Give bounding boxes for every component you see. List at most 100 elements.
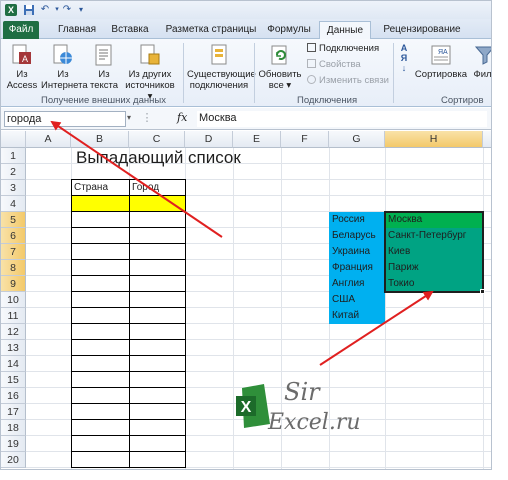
tab-home[interactable]: Главная xyxy=(53,21,101,39)
refresh-all-button[interactable]: Обновить все ▾ xyxy=(257,43,303,91)
other-sources-icon xyxy=(140,44,160,65)
connections-button[interactable]: Подключения xyxy=(307,43,379,55)
table-border xyxy=(71,419,186,420)
row-header[interactable]: 19 xyxy=(1,436,26,452)
customize-qat-icon[interactable]: ▾ xyxy=(75,4,87,16)
row-header[interactable]: 17 xyxy=(1,404,26,420)
city-select-cell[interactable] xyxy=(130,196,185,211)
from-text-button[interactable]: Из текста xyxy=(87,43,121,91)
row-header[interactable]: 15 xyxy=(1,372,26,388)
sirexcel-logo: X Sir Excel.ru xyxy=(234,378,364,448)
row-header[interactable]: 1 xyxy=(1,148,26,164)
quick-access-toolbar: X ↶ ▾ ↷ ▾ xyxy=(1,1,491,19)
name-box-dropdown-icon[interactable]: ▾ xyxy=(127,113,131,122)
row-header[interactable]: 12 xyxy=(1,324,26,340)
row-header[interactable]: 20 xyxy=(1,452,26,468)
city-cell[interactable]: Москва xyxy=(386,212,482,228)
redo-icon[interactable]: ↷ xyxy=(61,4,73,16)
row-header[interactable]: 16 xyxy=(1,388,26,404)
existing-connections-button[interactable]: Существующие подключения xyxy=(187,43,256,91)
country-select-cell[interactable] xyxy=(72,196,129,211)
from-web-label: Из Интернета xyxy=(41,69,88,91)
city-cell[interactable]: Санкт-Петербург xyxy=(386,228,482,244)
edit-links-icon xyxy=(307,75,316,84)
sheet-title[interactable]: Выпадающий список xyxy=(76,147,241,169)
ribbon-separator xyxy=(254,43,255,103)
row-header[interactable]: 8 xyxy=(1,260,26,276)
column-header-a[interactable]: A xyxy=(26,131,71,148)
column-header-c[interactable]: C xyxy=(129,131,185,148)
filter-button[interactable]: Филь xyxy=(473,43,491,80)
column-header-e[interactable]: E xyxy=(233,131,281,148)
country-cell[interactable]: Франция xyxy=(330,260,385,276)
tab-file[interactable]: Файл xyxy=(3,21,39,39)
existing-connections-label: Существующие подключения xyxy=(187,69,256,91)
name-box[interactable]: города xyxy=(4,111,126,127)
row-header[interactable]: 2 xyxy=(1,164,26,180)
tab-page-layout[interactable]: Разметка страницы xyxy=(161,21,261,39)
sort-button[interactable]: ЯА Сортировка xyxy=(413,43,469,80)
row-header[interactable]: 6 xyxy=(1,228,26,244)
column-header-g[interactable]: G xyxy=(329,131,385,148)
from-web-button[interactable]: Из Интернета xyxy=(41,43,88,91)
select-all-corner[interactable] xyxy=(1,131,26,148)
row-header[interactable]: 9 xyxy=(1,276,26,292)
row-header[interactable]: 4 xyxy=(1,196,26,212)
country-cell[interactable]: Беларусь xyxy=(330,228,385,244)
column-header-f[interactable]: F xyxy=(281,131,329,148)
refresh-icon xyxy=(271,45,287,65)
tab-formulas[interactable]: Формулы xyxy=(263,21,315,39)
country-cell[interactable]: Англия xyxy=(330,276,385,292)
ribbon-separator xyxy=(393,43,394,103)
table-border xyxy=(71,259,186,260)
city-cell[interactable]: Киев xyxy=(386,244,482,260)
column-header-d[interactable]: D xyxy=(185,131,233,148)
header-city-cell[interactable]: Город xyxy=(130,180,185,195)
country-cell[interactable]: Россия xyxy=(330,212,385,228)
column-header-h[interactable]: H xyxy=(385,131,483,148)
properties-icon xyxy=(307,59,316,68)
country-cell[interactable]: Украина xyxy=(330,244,385,260)
row-header[interactable]: 10 xyxy=(1,292,26,308)
sort-az-icon: А Я ↓ xyxy=(400,43,408,73)
save-icon[interactable] xyxy=(23,4,35,16)
city-cell[interactable]: Токио xyxy=(386,276,482,292)
row-header[interactable]: 11 xyxy=(1,308,26,324)
tab-data[interactable]: Данные xyxy=(319,21,371,39)
table-border xyxy=(71,227,186,228)
from-access-button[interactable]: A Из Access xyxy=(5,43,39,91)
logo-text-excel: Excel.ru xyxy=(268,410,361,435)
insert-function-icon[interactable]: fx xyxy=(177,111,187,124)
column-header-next[interactable] xyxy=(483,131,491,148)
edit-links-button[interactable]: Изменить связи xyxy=(307,75,389,87)
table-border xyxy=(71,323,186,324)
row-header[interactable]: 14 xyxy=(1,356,26,372)
properties-button[interactable]: Свойства xyxy=(307,59,361,71)
ribbon: A Из Access Из Интернета Из текста Из др… xyxy=(1,39,491,107)
country-cell[interactable]: Китай xyxy=(330,308,385,324)
country-cell[interactable]: США xyxy=(330,292,385,308)
city-cell[interactable]: Париж xyxy=(386,260,482,276)
undo-icon[interactable]: ↶ xyxy=(39,4,51,16)
row-header[interactable]: 13 xyxy=(1,340,26,356)
sort-az-button[interactable]: А Я ↓ xyxy=(397,43,411,73)
header-country-cell[interactable]: Страна xyxy=(72,180,129,195)
column-header-b[interactable]: B xyxy=(71,131,129,148)
table-border xyxy=(71,275,186,276)
svg-text:X: X xyxy=(241,399,252,416)
connections-label: Подключения xyxy=(319,43,380,54)
sort-label: Сортировка xyxy=(414,69,468,80)
formula-bar-splitter-icon[interactable]: ⋮ xyxy=(141,111,153,127)
excel-app-icon[interactable]: X xyxy=(5,4,17,16)
row-header[interactable]: 5 xyxy=(1,212,26,228)
row-header[interactable]: 3 xyxy=(1,180,26,196)
tab-review[interactable]: Рецензирование xyxy=(377,21,467,39)
tab-insert[interactable]: Вставка xyxy=(107,21,153,39)
ribbon-tabs: Файл Главная Вставка Разметка страницы Ф… xyxy=(1,19,491,39)
row-header[interactable]: 18 xyxy=(1,420,26,436)
from-other-sources-button[interactable]: Из других источников ▾ xyxy=(123,43,177,102)
formula-input[interactable]: Москва xyxy=(197,111,487,127)
table-border xyxy=(71,243,186,244)
table-border xyxy=(71,387,186,388)
row-header[interactable]: 7 xyxy=(1,244,26,260)
